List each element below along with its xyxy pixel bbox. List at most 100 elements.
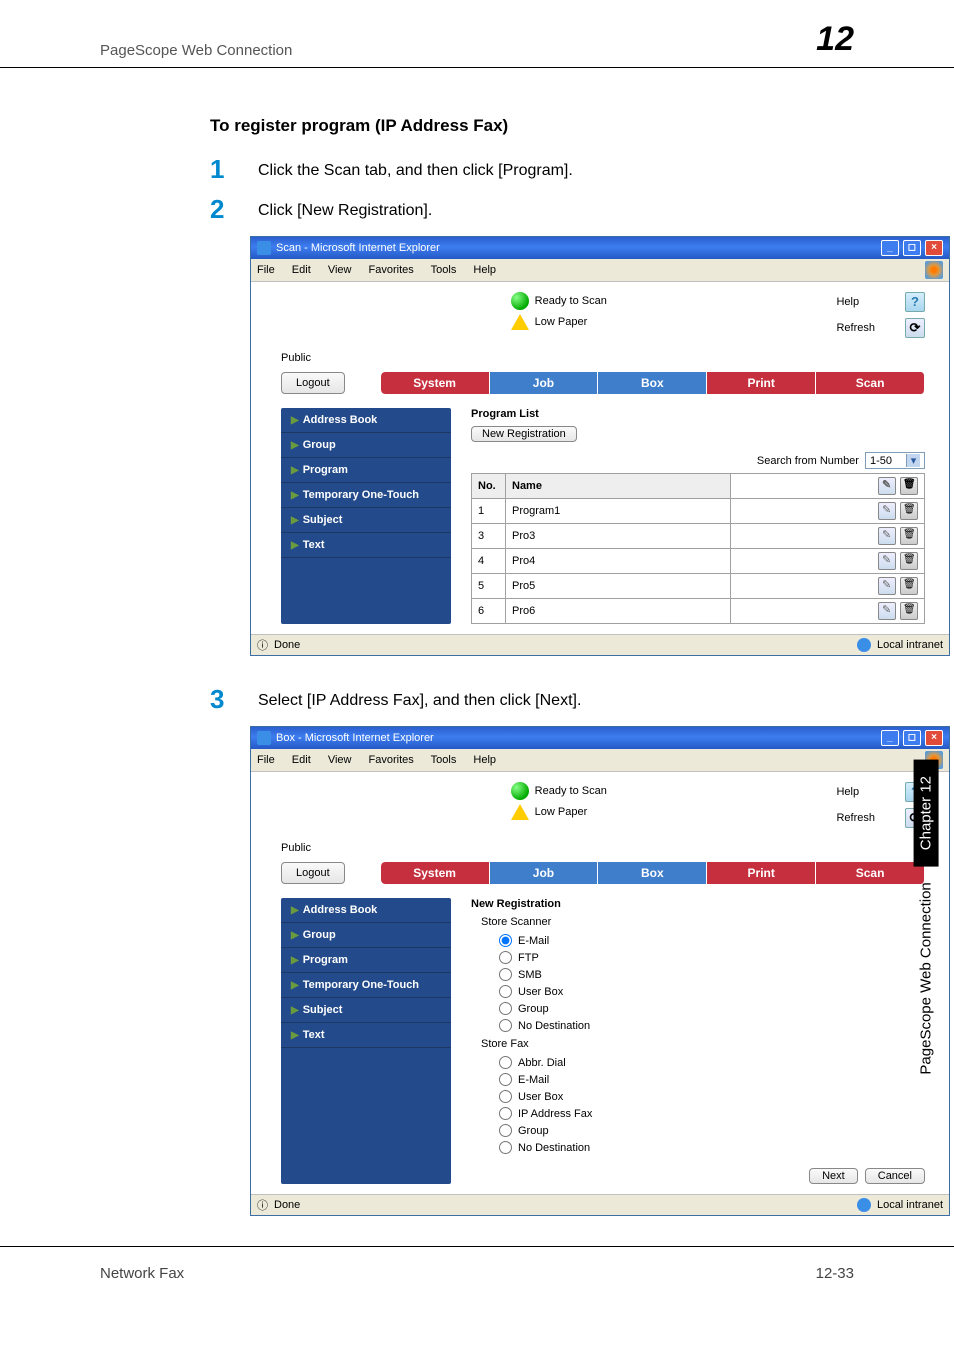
tab-print[interactable]: Print [707,372,816,394]
menu-bar[interactable]: File Edit View Favorites Tools Help [257,264,510,276]
caret-icon: ▶ [291,540,299,551]
radio-fax-nodest[interactable] [499,1141,512,1154]
status-done-text: Done [274,639,300,651]
sidebar-item-group[interactable]: ▶Group [281,923,451,948]
menu-help[interactable]: Help [473,754,496,766]
screenshot-new-registration: Box - Microsoft Internet Explorer _ ◻ × … [250,726,950,1216]
sidebar-item-address-book[interactable]: ▶Address Book [281,898,451,923]
minimize-button[interactable]: _ [881,730,899,746]
maximize-button[interactable]: ◻ [903,240,921,256]
radio-ftp[interactable] [499,951,512,964]
logout-button[interactable]: Logout [281,372,345,394]
caret-icon: ▶ [291,1030,299,1041]
maximize-button[interactable]: ◻ [903,730,921,746]
new-registration-button[interactable]: New Registration [471,426,577,442]
radio-ipaddressfax[interactable] [499,1107,512,1120]
tab-job[interactable]: Job [490,372,599,394]
radio-fax-email[interactable] [499,1073,512,1086]
delete-icon[interactable] [900,527,918,545]
delete-icon[interactable] [900,577,918,595]
step-2-text: Click [New Registration]. [258,196,432,220]
edit-icon[interactable] [878,502,896,520]
search-range-select[interactable]: 1-50▾ [865,452,925,469]
cell-no: 6 [472,599,506,624]
sidebar-item-text[interactable]: ▶Text [281,1023,451,1048]
tab-job[interactable]: Job [490,862,599,884]
status-done: ⓘ [257,1197,268,1213]
radio-label: No Destination [518,1142,590,1154]
delete-icon[interactable] [900,552,918,570]
radio-nodest[interactable] [499,1019,512,1032]
delete-icon[interactable] [900,502,918,520]
cell-name: Program1 [506,499,731,524]
sidebar-item-address-book[interactable]: ▶Address Book [281,408,451,433]
menu-edit[interactable]: Edit [292,754,311,766]
menu-tools[interactable]: Tools [431,754,457,766]
cancel-button[interactable]: Cancel [865,1168,925,1184]
sidebar-item-program[interactable]: ▶Program [281,948,451,973]
next-button[interactable]: Next [809,1168,858,1184]
tab-print[interactable]: Print [707,862,816,884]
tab-system[interactable]: System [381,372,490,394]
sidebar-item-subject[interactable]: ▶Subject [281,998,451,1023]
radio-smb[interactable] [499,968,512,981]
caret-icon: ▶ [291,515,299,526]
edit-icon[interactable] [878,527,896,545]
table-row: 6Pro6 [472,599,925,624]
running-head-number: 12 [816,20,854,59]
tab-scan[interactable]: Scan [816,372,925,394]
sidebar-item-subject[interactable]: ▶Subject [281,508,451,533]
radio-label: E-Mail [518,1074,549,1086]
menu-view[interactable]: View [328,264,352,276]
delete-icon[interactable] [900,602,918,620]
intranet-icon [857,1198,871,1212]
footer-left: Network Fax [100,1265,184,1282]
edit-icon[interactable] [878,477,896,495]
menu-bar[interactable]: File Edit View Favorites Tools Help [257,754,510,766]
menu-tools[interactable]: Tools [431,264,457,276]
tab-scan[interactable]: Scan [816,862,925,884]
sidebar-item-text[interactable]: ▶ Text [281,533,451,558]
menu-file[interactable]: File [257,754,275,766]
tab-system[interactable]: System [381,862,490,884]
edit-icon[interactable] [878,577,896,595]
edit-icon[interactable] [878,602,896,620]
ready-icon [511,782,529,800]
status-ready: Ready to Scan [535,785,607,797]
close-button[interactable]: × [925,240,943,256]
menu-view[interactable]: View [328,754,352,766]
side-tab: PageScope Web Connection Chapter 12 [914,760,939,1091]
sidebar-label: Text [303,539,325,551]
close-button[interactable]: × [925,730,943,746]
footer-right: 12-33 [816,1265,854,1282]
radio-email[interactable] [499,934,512,947]
radio-fax-group[interactable] [499,1124,512,1137]
minimize-button[interactable]: _ [881,240,899,256]
menu-help[interactable]: Help [473,264,496,276]
tab-box[interactable]: Box [598,862,707,884]
delete-icon[interactable] [900,477,918,495]
menu-favorites[interactable]: Favorites [369,264,414,276]
help-button[interactable]: ? [905,292,925,312]
sidebar-item-program[interactable]: ▶Program [281,458,451,483]
edit-icon[interactable] [878,552,896,570]
help-label: Help [836,786,859,798]
radio-abbr-dial[interactable] [499,1056,512,1069]
warning-icon [511,804,529,820]
logout-button[interactable]: Logout [281,862,345,884]
menu-file[interactable]: File [257,264,275,276]
menu-edit[interactable]: Edit [292,264,311,276]
sidebar-label: Program [303,464,348,476]
sidebar-item-group[interactable]: ▶Group [281,433,451,458]
radio-label: Group [518,1125,549,1137]
radio-group[interactable] [499,1002,512,1015]
tab-box[interactable]: Box [598,372,707,394]
radio-fax-userbox[interactable] [499,1090,512,1103]
radio-userbox[interactable] [499,985,512,998]
sidebar-item-temporary[interactable]: ▶Temporary One-Touch [281,483,451,508]
sidebar-item-temporary[interactable]: ▶Temporary One-Touch [281,973,451,998]
step-3-text: Select [IP Address Fax], and then click … [258,686,581,710]
caret-icon: ▶ [291,415,299,426]
refresh-button[interactable]: ⟳ [905,318,925,338]
menu-favorites[interactable]: Favorites [369,754,414,766]
